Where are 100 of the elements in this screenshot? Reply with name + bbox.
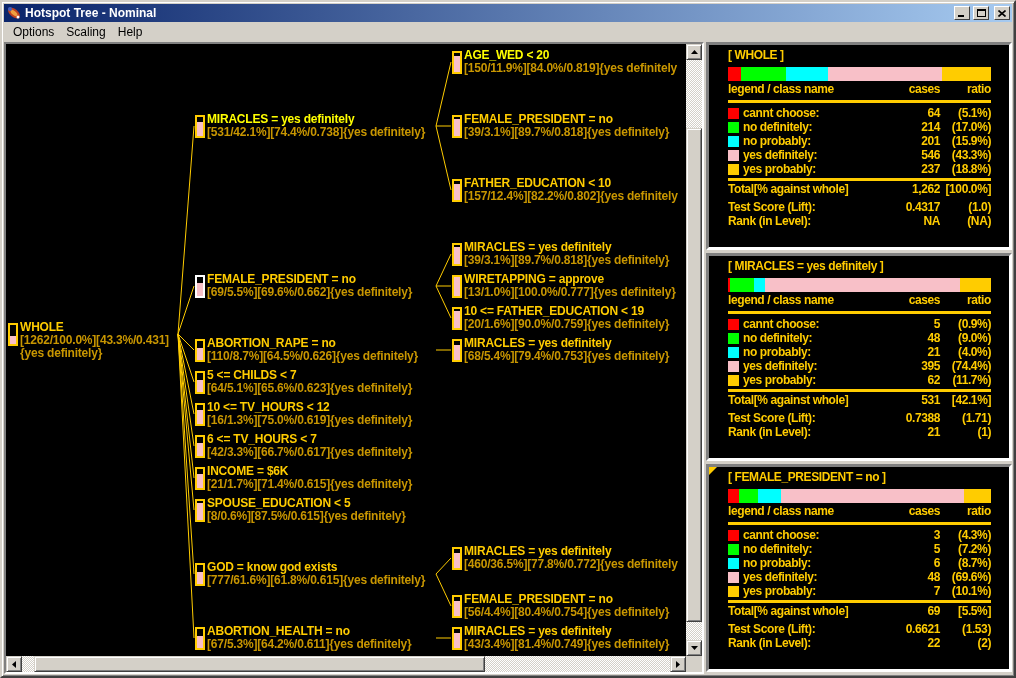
minimize-button[interactable] [954,6,970,20]
node-ratio-bar[interactable] [195,339,205,362]
node-title[interactable]: MIRACLES = yes definitely [464,545,678,558]
class-name: no probably: [743,556,811,570]
class-name: cannt choose: [743,106,820,120]
class-name: yes probably: [743,373,816,387]
node-ratio-bar[interactable] [452,595,462,618]
node-title[interactable]: WIRETAPPING = approve [464,273,676,286]
node-ratio-bar[interactable] [452,179,462,202]
column-header: ratio [966,504,991,518]
node-stats: [13/1.0%][100.0%/0.777]{yes definitely} [464,286,676,299]
menu-item[interactable]: Help [111,24,149,40]
class-name: yes probably: [743,162,816,176]
node-prediction: {yes definitely} [20,347,103,360]
node-title[interactable]: ABORTION_RAPE = no [207,337,418,350]
node-stats: [20/1.6%][90.0%/0.759]{yes definitely} [464,318,670,331]
total-value: 69 [926,604,940,618]
node-title[interactable]: SPOUSE_EDUCATION < 5 [207,497,406,510]
scroll-up-button[interactable] [686,44,702,60]
node-stats: [64/5.1%][65.6%/0.623]{yes definitely} [207,382,413,395]
node-ratio-bar[interactable] [195,435,205,458]
node-title[interactable]: AGE_WED < 20 [464,49,677,62]
metric-label: Rank (in Level): [728,425,812,439]
class-name: no definitely: [743,331,813,345]
column-header: ratio [966,82,991,96]
node-ratio-bar[interactable] [452,51,462,74]
node-ratio-bar[interactable] [195,627,205,650]
node-ratio-bar[interactable] [195,467,205,490]
node-stats: [531/42.1%][74.4%/0.738]{yes definitely} [207,126,426,139]
class-cases: 395 [920,359,940,373]
column-header: legend / class name [728,82,835,96]
class-cases: 21 [926,345,940,359]
scrollbar-thumb[interactable] [34,656,485,672]
menu-item[interactable]: Options [7,24,61,40]
class-cases: 214 [920,120,940,134]
left-arrow-icon [12,660,16,668]
node-ratio-bar[interactable] [452,339,462,362]
menu-item[interactable]: Scaling [60,24,112,40]
connector-line [435,349,452,351]
node-stats: [69/5.5%][69.6%/0.662]{yes definitely} [207,286,413,299]
class-cases: 62 [926,373,940,387]
window-title: Hotspot Tree - Nominal [25,6,158,20]
node-stats: [157/12.4%][82.2%/0.802]{yes definitely [464,190,678,203]
maximize-icon [976,9,986,17]
metric-value: 0.6621 [904,622,940,636]
node-title[interactable]: GOD = know god exists [207,561,426,574]
up-arrow-icon [690,50,698,54]
node-ratio-bar[interactable] [452,547,462,570]
node-title[interactable]: MIRACLES = yes definitely [464,241,670,254]
node-title[interactable]: MIRACLES = yes definitely [464,625,670,638]
node-ratio-bar[interactable] [195,115,205,138]
node-title[interactable]: MIRACLES = yes definitely [207,113,426,126]
class-name: no definitely: [743,542,813,556]
metric-ratio: (1.71) [961,411,991,425]
close-button[interactable] [994,6,1010,20]
node-ratio-bar[interactable] [195,371,205,394]
class-cases: 7 [932,584,940,598]
class-name: no probably: [743,345,811,359]
node-stats: [56/4.4%][80.4%/0.754]{yes definitely} [464,606,670,619]
class-cases: 6 [932,556,940,570]
class-ratio: (18.8%) [950,162,991,176]
node-ratio-bar[interactable] [195,499,205,522]
metric-label: Rank (in Level): [728,636,812,650]
node-stats: [42/3.3%][66.7%/0.617]{yes definitely} [207,446,413,459]
total-label: Total[% against whole] [728,604,850,618]
node-title[interactable]: 10 <= TV_HOURS < 12 [207,401,413,414]
node-ratio-bar[interactable] [452,627,462,650]
scroll-left-button[interactable] [6,656,22,672]
total-ratio: [100.0%] [944,182,991,196]
scroll-down-button[interactable] [686,640,702,656]
class-ratio: (15.9%) [950,134,991,148]
node-stats: [39/3.1%][89.7%/0.818]{yes definitely} [464,126,670,139]
metric-value: 21 [926,425,940,439]
node-title[interactable]: FEMALE_PRESIDENT = no [207,273,413,286]
class-cases: 5 [932,542,940,556]
node-title[interactable]: 10 <= FATHER_EDUCATION < 19 [464,305,670,318]
node-title[interactable]: FATHER_EDUCATION < 10 [464,177,678,190]
scroll-right-button[interactable] [670,656,686,672]
node-stats: [110/8.7%][64.5%/0.626]{yes definitely} [207,350,418,363]
class-cases: 237 [920,162,940,176]
class-cases: 48 [926,570,940,584]
maximize-button[interactable] [973,6,989,20]
node-title[interactable]: 6 <= TV_HOURS < 7 [207,433,413,446]
node-title[interactable]: FEMALE_PRESIDENT = no [464,593,670,606]
class-name: cannt choose: [743,317,820,331]
class-ratio: (4.0%) [957,345,991,359]
class-ratio: (74.4%) [950,359,991,373]
node-title[interactable]: FEMALE_PRESIDENT = no [464,113,670,126]
node-ratio-bar[interactable] [195,403,205,426]
node-title[interactable]: ABORTION_HEALTH = no [207,625,412,638]
node-title[interactable]: WHOLE [20,321,169,334]
metric-value: 0.7388 [904,411,940,425]
total-label: Total[% against whole] [728,393,850,407]
node-title[interactable]: 5 <= CHILDS < 7 [207,369,413,382]
node-ratio-bar[interactable] [195,563,205,586]
node-ratio-bar[interactable] [8,323,18,346]
node-title[interactable]: MIRACLES = yes definitely [464,337,670,350]
metric-ratio: (NA) [966,214,991,228]
node-title[interactable]: INCOME = $6K [207,465,413,478]
node-stats: [43/3.4%][81.4%/0.749]{yes definitely} [464,638,670,651]
